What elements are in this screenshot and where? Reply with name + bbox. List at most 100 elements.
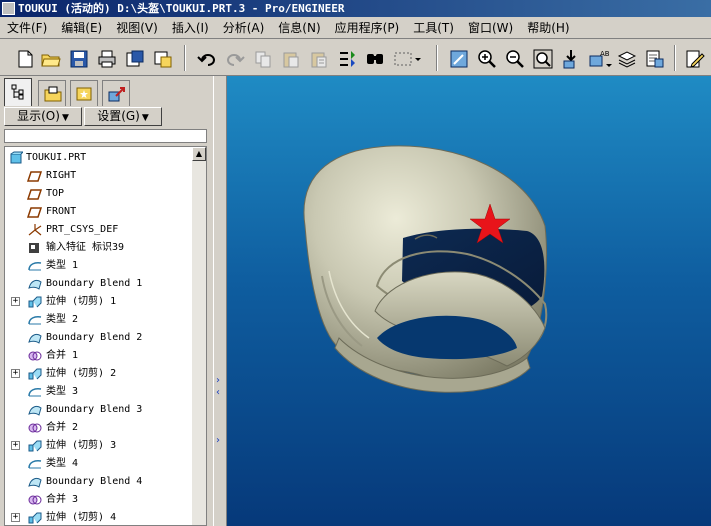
regenerate-icon[interactable]	[336, 48, 358, 70]
tree-item-label: Boundary Blend 3	[46, 404, 143, 415]
navigator-panel: 显示(O) ▼ 设置(G) ▼ TOUKUI.PRT RIGHT TOP FRONT PRT…	[0, 76, 213, 526]
copy-icon[interactable]	[252, 48, 274, 70]
menu-item-0[interactable]: 文件(F)	[0, 19, 54, 36]
layers-icon[interactable]	[616, 48, 638, 70]
paste-icon[interactable]	[280, 48, 302, 70]
tree-item[interactable]: PRT_CSYS_DEF	[5, 221, 192, 239]
tree-item-label: 输入特征 标识39	[46, 242, 125, 253]
menu-item-2[interactable]: 视图(V)	[109, 19, 165, 36]
extrude-cut-icon	[27, 439, 43, 453]
folder-browser-icon	[44, 86, 62, 102]
extrude-cut-icon	[27, 511, 43, 525]
save-icon[interactable]	[68, 48, 90, 70]
redo-icon[interactable]	[224, 48, 246, 70]
tree-item[interactable]: FRONT	[5, 203, 192, 221]
expand-icon[interactable]: +	[11, 297, 20, 306]
datum-plane-icon	[26, 169, 43, 183]
tab-connections[interactable]	[102, 80, 130, 106]
tab-folder-browser[interactable]	[38, 80, 66, 106]
tree-item[interactable]: + 拉伸 (切剪) 4	[5, 509, 192, 525]
tree-item[interactable]: + 拉伸 (切剪) 2	[5, 365, 192, 383]
show-button[interactable]: 显示(O) ▼	[4, 107, 82, 126]
menu-item-1[interactable]: 编辑(E)	[54, 19, 109, 36]
tree-item[interactable]: Boundary Blend 3	[5, 401, 192, 419]
model-tree-icon	[11, 84, 24, 100]
tree-item[interactable]: RIGHT	[5, 167, 192, 185]
dropdown-arrow-icon: ▼	[61, 113, 69, 123]
tree-item-label: Boundary Blend 1	[46, 278, 143, 289]
new-file-icon[interactable]	[14, 48, 36, 70]
tree-item-label: 合并 3	[46, 494, 79, 505]
tree-item[interactable]: 类型 3	[5, 383, 192, 401]
panel-splitter[interactable]: › ‹ ›	[213, 76, 227, 526]
tree-item[interactable]: 类型 2	[5, 311, 192, 329]
print-icon[interactable]	[96, 48, 118, 70]
tree-item[interactable]: TOUKUI.PRT	[5, 149, 192, 167]
scroll-up-arrow-icon[interactable]: ▲	[192, 147, 206, 161]
tree-item[interactable]: Boundary Blend 2	[5, 329, 192, 347]
tab-favorites[interactable]	[70, 80, 98, 106]
style-icon	[27, 259, 43, 273]
tree-item[interactable]: 合并 1	[5, 347, 192, 365]
connections-icon	[108, 87, 125, 102]
edit-icon[interactable]	[684, 48, 706, 70]
named-views-icon[interactable]: AB	[588, 48, 614, 70]
tree-item[interactable]: 类型 4	[5, 455, 192, 473]
menu-item-5[interactable]: 信息(N)	[271, 19, 327, 36]
tab-model-tree[interactable]	[4, 78, 32, 106]
settings-button-label: 设置(G)	[97, 109, 140, 123]
collapse-arrow-icon[interactable]: ›	[216, 436, 224, 446]
menu-item-8[interactable]: 窗口(W)	[461, 19, 520, 36]
tree-item-label: TOP	[46, 188, 65, 199]
undo-icon[interactable]	[196, 48, 218, 70]
menu-item-9[interactable]: 帮助(H)	[520, 19, 576, 36]
find-icon[interactable]	[364, 48, 386, 70]
part-icon	[9, 151, 25, 165]
tree-item-label: PRT_CSYS_DEF	[46, 224, 119, 235]
zoom-in-icon[interactable]	[476, 48, 498, 70]
menu-item-7[interactable]: 工具(T)	[406, 19, 461, 36]
proe-app-icon	[2, 2, 15, 15]
menu-item-6[interactable]: 应用程序(P)	[328, 19, 407, 36]
tree-item-label: 类型 3	[46, 386, 79, 397]
repaint-icon[interactable]	[448, 48, 470, 70]
select-box-icon[interactable]	[392, 48, 422, 70]
tree-item-label: 合并 2	[46, 422, 79, 433]
tree-item[interactable]: 合并 2	[5, 419, 192, 437]
menu-item-3[interactable]: 插入(I)	[165, 19, 216, 36]
helmet-model[interactable]	[227, 76, 711, 526]
tree-item[interactable]: + 拉伸 (切剪) 3	[5, 437, 192, 455]
paste-special-icon[interactable]	[308, 48, 330, 70]
tree-item[interactable]: 类型 1	[5, 257, 192, 275]
graphics-viewport[interactable]	[227, 76, 711, 526]
save-copy-icon[interactable]	[124, 48, 146, 70]
view-manager-icon[interactable]	[644, 48, 666, 70]
tree-item[interactable]: 合并 3	[5, 491, 192, 509]
expand-icon[interactable]: +	[11, 369, 20, 378]
settings-button[interactable]: 设置(G) ▼	[84, 107, 162, 126]
datum-plane-icon	[26, 205, 43, 219]
merge-icon	[27, 493, 43, 507]
tree-item-label: Boundary Blend 4	[46, 476, 143, 487]
tree-item[interactable]: Boundary Blend 4	[5, 473, 192, 491]
tree-item[interactable]: + 拉伸 (切剪) 1	[5, 293, 192, 311]
menu-item-4[interactable]: 分析(A)	[216, 19, 272, 36]
collapse-arrow-icon[interactable]: ›	[216, 376, 224, 386]
tree-scrollbar[interactable]: ▲	[192, 147, 206, 525]
tree-item-label: 拉伸 (切剪) 4	[46, 512, 117, 523]
open-folder-icon[interactable]	[40, 48, 62, 70]
refit-icon[interactable]	[532, 48, 554, 70]
model-tree: TOUKUI.PRT RIGHT TOP FRONT PRT_CSYS_DEF 输入特征 …	[4, 146, 207, 526]
extrude-cut-icon	[27, 295, 43, 309]
tree-item[interactable]: Boundary Blend 1	[5, 275, 192, 293]
erase-icon[interactable]	[152, 48, 174, 70]
tree-item[interactable]: TOP	[5, 185, 192, 203]
tree-item[interactable]: 输入特征 标识39	[5, 239, 192, 257]
boundary-blend-icon	[27, 277, 43, 291]
expand-icon[interactable]: +	[11, 441, 20, 450]
expand-arrow-icon[interactable]: ‹	[216, 388, 224, 398]
expand-icon[interactable]: +	[11, 513, 20, 522]
svg-text:AB: AB	[600, 50, 610, 58]
orient-icon[interactable]	[560, 48, 582, 70]
zoom-out-icon[interactable]	[504, 48, 526, 70]
